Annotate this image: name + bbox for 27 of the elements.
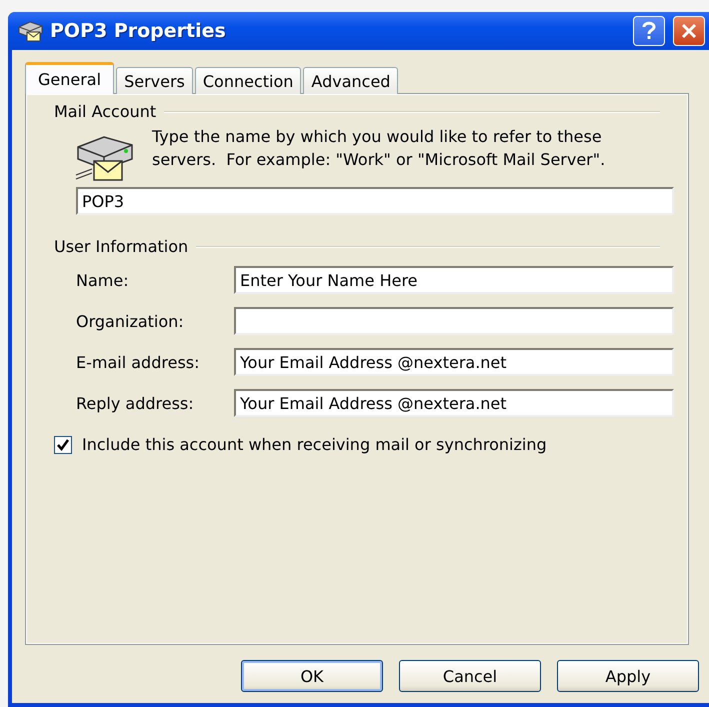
field-label: Reply address: bbox=[76, 394, 195, 412]
input-field[interactable]: Your Email Address @nextera.net bbox=[234, 389, 674, 417]
server-mail-icon bbox=[16, 19, 44, 43]
tab[interactable]: Connection bbox=[194, 67, 302, 94]
checkbox-label[interactable]: Include this account when receiving mail or synchronizing bbox=[82, 435, 547, 454]
tab[interactable]: General bbox=[25, 62, 114, 94]
account-name-field[interactable]: POP3 bbox=[76, 187, 674, 215]
input-field[interactable]: Enter Your Name Here bbox=[234, 266, 674, 294]
tab[interactable]: Servers bbox=[116, 67, 193, 94]
tab[interactable]: Advanced bbox=[303, 67, 398, 94]
group-heading: User Information bbox=[54, 237, 188, 256]
group-heading: Mail Account bbox=[54, 102, 156, 121]
dialog-button[interactable]: Apply bbox=[557, 660, 699, 692]
checkmark-icon bbox=[56, 438, 70, 452]
window-title: POP3 Properties bbox=[50, 20, 227, 42]
help-button[interactable] bbox=[633, 16, 665, 46]
dialog-button[interactable]: Cancel bbox=[399, 660, 541, 692]
description-text: Type the name by which you would like to refer to these servers. For example: "Work" or "Microsoft Mail Server". bbox=[152, 126, 606, 171]
input-field[interactable] bbox=[234, 307, 674, 335]
checkbox[interactable] bbox=[54, 436, 72, 454]
field-label: E-mail address: bbox=[76, 352, 200, 372]
dialog-button[interactable]: OK bbox=[241, 660, 383, 692]
field-label: Name: bbox=[76, 270, 130, 290]
field-label: Organization: bbox=[76, 312, 185, 330]
input-field[interactable]: Your Email Address @nextera.net bbox=[234, 348, 674, 376]
close-icon bbox=[679, 21, 699, 41]
close-button[interactable] bbox=[673, 16, 705, 46]
